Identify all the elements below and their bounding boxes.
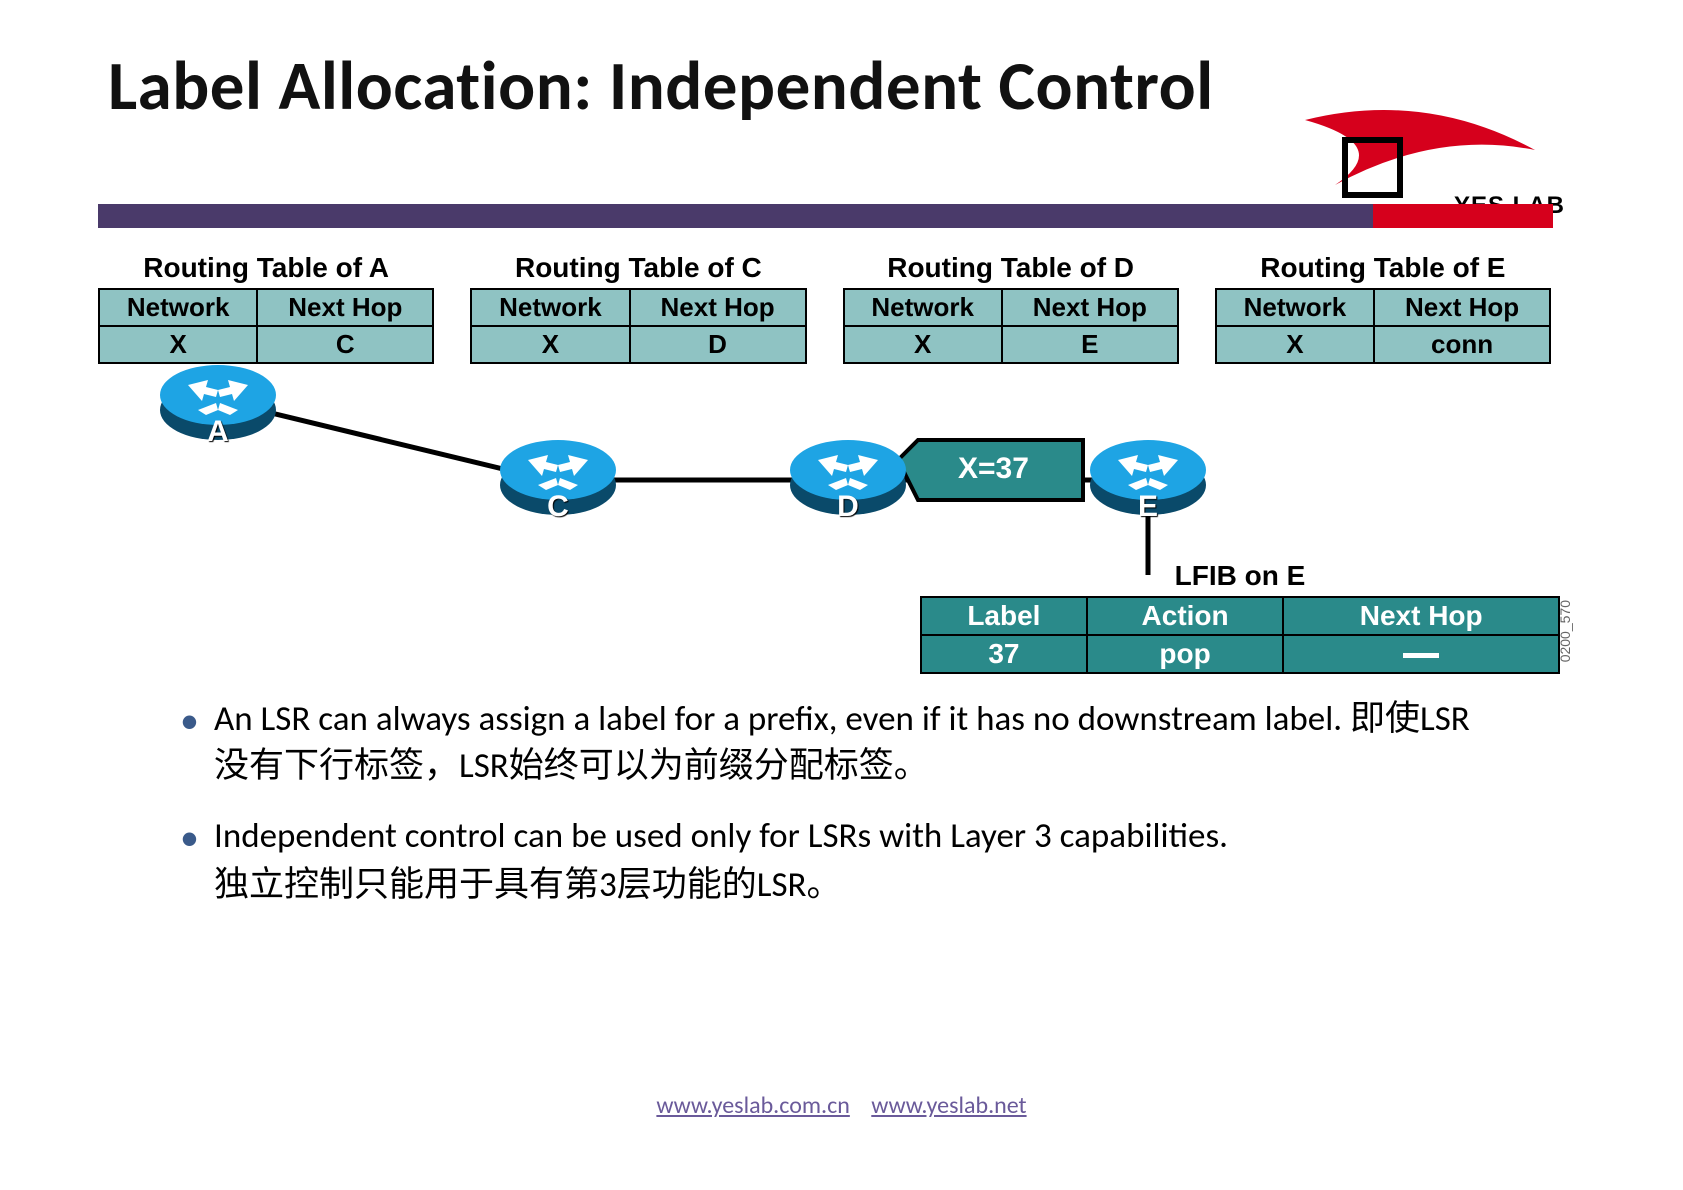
- router-label: D: [837, 490, 859, 524]
- table-caption: Routing Table of A: [98, 252, 434, 284]
- bullet-item: An LSR can always assign a label for a p…: [180, 696, 1503, 791]
- router-a: A: [158, 355, 278, 445]
- slide: Label Allocation: Independent Control YE…: [0, 0, 1683, 1190]
- col-header: Next Hop: [1283, 597, 1559, 635]
- checkmark-icon: [1305, 90, 1535, 200]
- col-header: Label: [921, 597, 1087, 635]
- col-header: Network: [99, 289, 257, 326]
- col-header: Action: [1087, 597, 1284, 635]
- router-label: A: [207, 415, 229, 449]
- col-header: Next Hop: [1002, 289, 1178, 326]
- col-header: Network: [1216, 289, 1374, 326]
- lfib-table: LFIB on E Label Action Next Hop 37 pop: [920, 560, 1560, 674]
- col-header: Network: [844, 289, 1002, 326]
- header-bar-accent: [1373, 204, 1553, 228]
- cell: [1283, 635, 1559, 673]
- yeslab-logo: YES LAB: [1335, 90, 1535, 220]
- cell: pop: [1087, 635, 1284, 673]
- bullet-list: An LSR can always assign a label for a p…: [140, 696, 1503, 931]
- footer-links: www.yeslab.com.cn www.yeslab.net: [0, 1091, 1683, 1120]
- bullet-text-cn: 独立控制只能用于具有第3层功能的LSR。: [214, 862, 1503, 909]
- routing-table-d: Routing Table of D NetworkNext Hop XE: [843, 252, 1179, 364]
- header-bar: [98, 204, 1553, 228]
- router-d: D: [788, 430, 908, 520]
- table-caption: Routing Table of E: [1215, 252, 1551, 284]
- routing-tables-row: Routing Table of A NetworkNext Hop XC Ro…: [98, 252, 1551, 364]
- bullet-text-en: Independent control can be used only for…: [214, 815, 1228, 857]
- bullet-item: Independent control can be used only for…: [180, 813, 1503, 910]
- router-label: C: [547, 490, 569, 524]
- router-c: C: [498, 430, 618, 520]
- routing-table-e: Routing Table of E NetworkNext Hop Xconn: [1215, 252, 1551, 364]
- routing-table-c: Routing Table of C NetworkNext Hop XD: [470, 252, 806, 364]
- table-caption: Routing Table of D: [843, 252, 1179, 284]
- router-label: E: [1138, 490, 1158, 524]
- routing-table-a: Routing Table of A NetworkNext Hop XC: [98, 252, 434, 364]
- table-caption: Routing Table of C: [470, 252, 806, 284]
- footer-link-2[interactable]: www.yeslab.net: [871, 1091, 1026, 1120]
- cell: 37: [921, 635, 1087, 673]
- lfib-caption: LFIB on E: [920, 560, 1560, 592]
- col-header: Next Hop: [630, 289, 806, 326]
- bullet-text-en: An LSR can always assign a label for a p…: [214, 698, 1350, 740]
- col-header: Next Hop: [257, 289, 433, 326]
- slide-code: 0200_570: [1557, 600, 1573, 662]
- dash-icon: [1403, 653, 1439, 658]
- col-header: Next Hop: [1374, 289, 1550, 326]
- router-e: E: [1088, 430, 1208, 520]
- footer-link-1[interactable]: www.yeslab.com.cn: [656, 1091, 849, 1120]
- label-arrow-text: X=37: [958, 452, 1029, 486]
- col-header: Network: [471, 289, 629, 326]
